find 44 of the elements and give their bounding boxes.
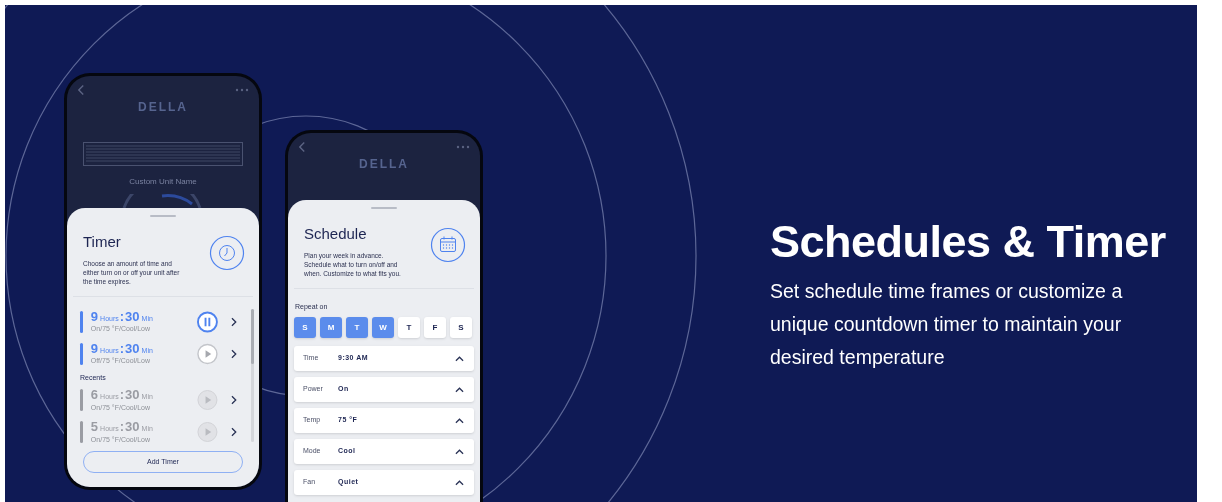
- hours-value: 9: [90, 341, 99, 356]
- play-button[interactable]: [197, 421, 219, 443]
- minutes-value: 30: [125, 388, 140, 403]
- hours-value: 9: [90, 309, 99, 324]
- unit-name: Custom Unit Name: [129, 176, 197, 188]
- clock-icon: [209, 235, 245, 271]
- hours-value: 5: [90, 420, 99, 435]
- time-separator: :: [119, 341, 125, 356]
- time-separator: :: [119, 309, 125, 324]
- drag-handle[interactable]: [150, 215, 176, 217]
- play-button[interactable]: [197, 389, 219, 411]
- time-separator: :: [119, 388, 125, 403]
- subtitle: Set schedule time frames or customize a unique countdown timer to maintain your desired temperature: [770, 279, 1124, 370]
- back-icon[interactable]: [77, 84, 85, 96]
- more-icon[interactable]: [235, 88, 249, 92]
- minutes-value: 30: [125, 341, 140, 356]
- chevron-up-icon: [455, 355, 464, 362]
- day-toggle[interactable]: F: [424, 317, 446, 338]
- scrollbar-thumb[interactable]: [251, 309, 254, 364]
- more-icon[interactable]: [456, 145, 470, 149]
- calendar-icon: [430, 227, 466, 263]
- brand-logo: DELLA: [359, 156, 409, 173]
- chevron-up-icon: [455, 417, 464, 424]
- day-toggle[interactable]: T: [398, 317, 420, 338]
- chevron-right-icon[interactable]: [231, 316, 237, 327]
- hours-value: 6: [90, 388, 99, 403]
- brand-logo: DELLA: [138, 99, 188, 116]
- chevron-up-icon: [455, 386, 464, 393]
- minutes-value: 30: [125, 420, 140, 435]
- drag-handle[interactable]: [371, 207, 397, 209]
- play-button[interactable]: [197, 342, 219, 365]
- minutes-value: 30: [125, 309, 140, 324]
- sheet-title: Schedule: [304, 224, 368, 244]
- day-toggle[interactable]: S: [450, 317, 472, 338]
- headline: Schedules & Timer: [770, 219, 1166, 265]
- pause-button[interactable]: [197, 310, 219, 333]
- back-icon[interactable]: [298, 141, 306, 153]
- chevron-right-icon[interactable]: [231, 348, 237, 359]
- time-separator: :: [119, 420, 125, 435]
- chevron-up-icon: [455, 479, 464, 486]
- chevron-up-icon: [455, 448, 464, 455]
- sheet-title: Timer: [83, 232, 122, 252]
- chevron-right-icon[interactable]: [231, 427, 237, 437]
- chevron-right-icon[interactable]: [231, 395, 237, 405]
